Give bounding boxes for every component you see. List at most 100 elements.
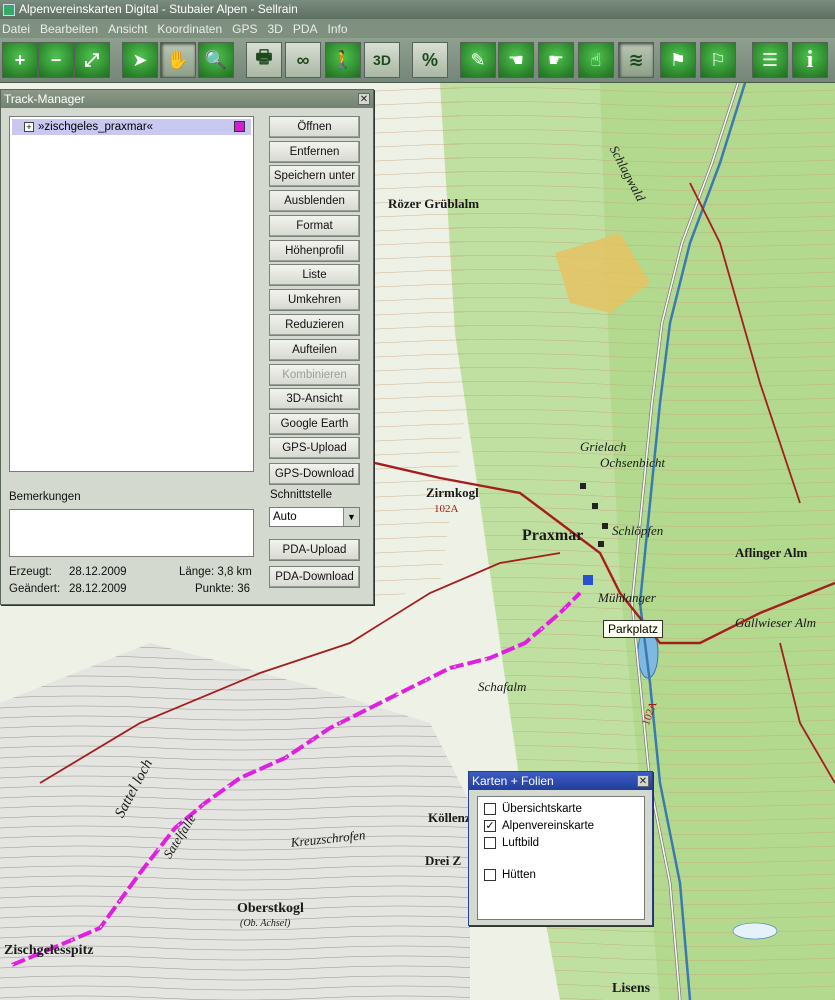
interface-label: Schnittstelle	[270, 489, 333, 501]
reduce-button[interactable]: Reduzieren	[269, 314, 360, 336]
menu-ansicht[interactable]: Ansicht	[108, 22, 147, 36]
print-icon: 🖶	[255, 47, 273, 67]
binoculars-button[interactable]: ∞	[285, 42, 321, 78]
map-label-praxmar: Praxmar	[522, 527, 584, 544]
track-list-item[interactable]: + »zischgeles_praxmar«	[12, 119, 251, 135]
split-button[interactable]: Aufteilen	[269, 339, 360, 361]
print-button[interactable]: 🖶	[246, 42, 282, 78]
profile-percent-icon: %	[421, 49, 438, 70]
map-label-oberstkogl-sub: (Ob. Achsel)	[240, 918, 291, 929]
google-earth-button[interactable]: Google Earth	[269, 413, 360, 435]
pan-hand-icon: ✋	[166, 49, 190, 70]
checkbox[interactable]	[484, 837, 496, 849]
app-title: Alpenvereinskarten Digital - Stubaier Al…	[19, 2, 298, 16]
map-label-oberstkogl: Oberstkogl	[237, 901, 304, 916]
menu-bar: Datei Bearbeiten Ansicht Koordinaten GPS…	[0, 19, 835, 38]
layer-list: Übersichtskarte ✓ Alpenvereinskarte Luft…	[477, 796, 645, 920]
map-label-aflinger: Aflinger Alm	[735, 545, 808, 560]
binoculars-icon: ∞	[296, 49, 310, 70]
layer-item-luftbild[interactable]: Luftbild	[484, 837, 539, 849]
open-button[interactable]: Öffnen	[269, 116, 360, 138]
draw-track-button[interactable]: ✎	[460, 42, 496, 78]
layer-label: Alpenvereinskarte	[502, 820, 595, 832]
legend-list-icon: ☰	[761, 49, 779, 70]
checkbox[interactable]	[484, 803, 496, 815]
pda-download-button[interactable]: PDA-Download	[269, 566, 360, 588]
hide-button[interactable]: Ausblenden	[269, 190, 360, 212]
karten-folien-window: Karten + Folien ✕ Übersichtskarte ✓ Alpe…	[468, 771, 653, 926]
track-layers-button[interactable]: ≋	[618, 42, 654, 78]
select-arrow-button[interactable]: ➤	[122, 42, 158, 78]
profile-percent-button[interactable]: %	[412, 42, 448, 78]
menu-bearbeiten[interactable]: Bearbeiten	[40, 22, 98, 36]
gps-download-button[interactable]: GPS-Download	[269, 463, 360, 485]
pan-hand-button[interactable]: ✋	[160, 42, 196, 78]
fit-map-icon: ⤢	[84, 49, 100, 70]
info-button[interactable]: i	[792, 42, 828, 78]
zoom-in-icon: +	[14, 49, 26, 70]
map-label-route-102a: 102A	[434, 503, 459, 515]
map-label-schlopfen: Schlöpfen	[612, 523, 664, 538]
save-as-button[interactable]: Speichern unter	[269, 165, 360, 187]
pda-upload-button[interactable]: PDA-Upload	[269, 539, 360, 561]
waypoint-flag-button[interactable]: ⚑	[660, 42, 696, 78]
map-label-groe-gruebl: Rözer Grüblalm	[388, 196, 480, 211]
legend-list-button[interactable]: ☰	[752, 42, 788, 78]
3d-view-button[interactable]: 3D	[364, 42, 400, 78]
track-name: »zischgeles_praxmar«	[38, 121, 154, 133]
format-button[interactable]: Format	[269, 215, 360, 237]
3d-view-icon: 3D	[373, 52, 391, 68]
track-manager-titlebar[interactable]: Track-Manager ✕	[1, 90, 373, 108]
menu-gps[interactable]: GPS	[232, 22, 257, 36]
reverse-button[interactable]: Umkehren	[269, 289, 360, 311]
close-icon[interactable]: ✕	[358, 93, 370, 105]
track-manager-window: Track-Manager ✕ + »zischgeles_praxmar« Ö…	[0, 89, 374, 605]
zoom-out-icon: −	[50, 49, 62, 70]
remarks-field[interactable]	[9, 509, 254, 557]
menu-pda[interactable]: PDA	[293, 22, 318, 36]
layer-item-uebersichtskarte[interactable]: Übersichtskarte	[484, 803, 582, 815]
route-flag-button[interactable]: ⚐	[700, 42, 736, 78]
info-icon: i	[806, 46, 814, 73]
chevron-down-icon[interactable]: ▼	[343, 508, 359, 526]
track-color-swatch[interactable]	[234, 121, 245, 132]
track-list[interactable]: + »zischgeles_praxmar«	[9, 116, 254, 472]
map-label-schafalm: Schafalm	[478, 679, 527, 694]
magnifier-button[interactable]: 🔍	[198, 42, 234, 78]
hand-select-button[interactable]: ☝	[578, 42, 614, 78]
map-label-muehlanger: Mühlanger	[598, 590, 656, 605]
menu-koordinaten[interactable]: Koordinaten	[157, 22, 222, 36]
hand-select-icon: ☝	[590, 49, 602, 70]
interface-select[interactable]: Auto ▼	[269, 507, 360, 527]
hiker-button[interactable]: 🚶	[325, 42, 361, 78]
draw-track-icon: ✎	[470, 49, 486, 70]
app-titlebar: Alpenvereinskarten Digital - Stubaier Al…	[0, 0, 835, 19]
map-label-zischgelesspitz: Zischgelesspitz	[4, 943, 94, 958]
remove-button[interactable]: Entfernen	[269, 141, 360, 163]
checkbox[interactable]	[484, 869, 496, 881]
layer-item-huetten[interactable]: Hütten	[484, 869, 536, 881]
close-icon[interactable]: ✕	[637, 775, 649, 787]
map-label-grielach: Grielach	[580, 439, 627, 454]
hand-point-button[interactable]: ☚	[498, 42, 534, 78]
expand-icon[interactable]: +	[24, 122, 34, 132]
toolbar: + − ⤢ ➤ ✋ 🔍 🖶 ∞ 🚶 3D % ✎ ☚ ☛ ☝ ≋ ⚑ ⚐ ☰ i	[0, 38, 835, 83]
track-manager-title: Track-Manager	[4, 92, 85, 106]
zoom-in-button[interactable]: +	[2, 42, 38, 78]
gps-upload-button[interactable]: GPS-Upload	[269, 437, 360, 459]
combine-button[interactable]: Kombinieren	[269, 364, 360, 386]
layer-item-alpenvereinskarte[interactable]: ✓ Alpenvereinskarte	[484, 820, 594, 832]
checkbox-checked[interactable]: ✓	[484, 820, 496, 832]
elevation-profile-button[interactable]: Höhenprofil	[269, 240, 360, 262]
list-button[interactable]: Liste	[269, 264, 360, 286]
changed-label: Geändert:	[9, 583, 61, 595]
hand-edit-button[interactable]: ☛	[538, 42, 574, 78]
zoom-out-button[interactable]: −	[38, 42, 74, 78]
fit-map-button[interactable]: ⤢	[74, 42, 110, 78]
menu-3d[interactable]: 3D	[267, 22, 282, 36]
3d-view-track-button[interactable]: 3D-Ansicht	[269, 388, 360, 410]
menu-datei[interactable]: Datei	[2, 22, 30, 36]
karten-titlebar[interactable]: Karten + Folien ✕	[469, 772, 652, 790]
menu-info[interactable]: Info	[328, 22, 348, 36]
map-label-ochsenbicht: Ochsenbicht	[600, 455, 665, 470]
